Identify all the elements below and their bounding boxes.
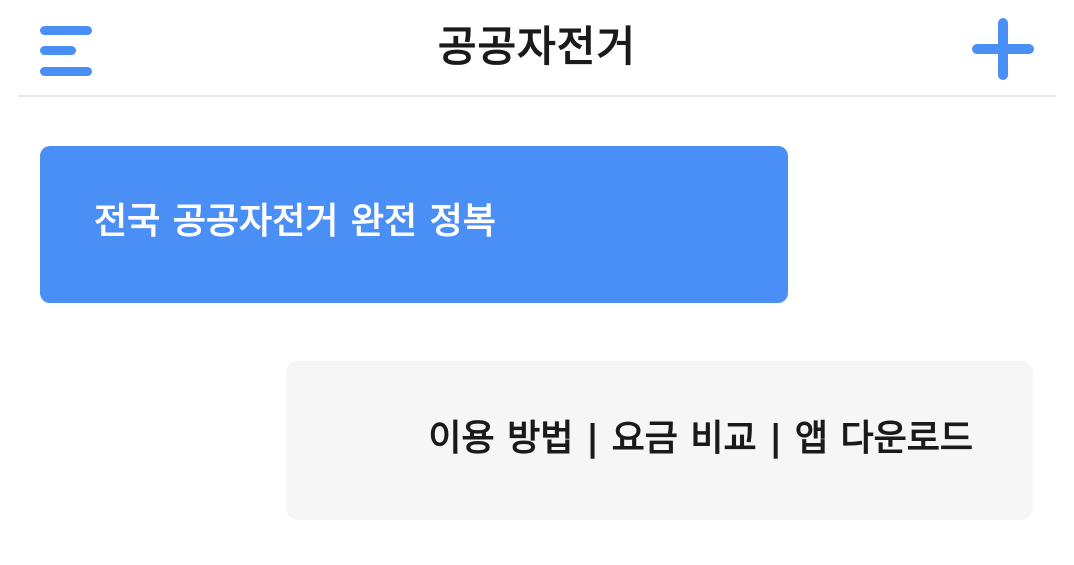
message-bubble-secondary[interactable]: 이용 방법 | 요금 비교 | 앱 다운로드: [286, 361, 1033, 520]
message-bubble-primary[interactable]: 전국 공공자전거 완전 정복: [40, 146, 788, 303]
add-button[interactable]: [972, 18, 1034, 80]
message-text: 전국 공공자전거 완전 정복: [94, 201, 496, 242]
header-divider: [18, 95, 1056, 97]
header-bar: 공공자전거: [0, 0, 1074, 96]
page-title: 공공자전거: [437, 22, 637, 71]
plus-icon-vertical: [998, 18, 1008, 80]
message-text: 이용 방법 | 요금 비교 | 앱 다운로드: [428, 418, 973, 459]
